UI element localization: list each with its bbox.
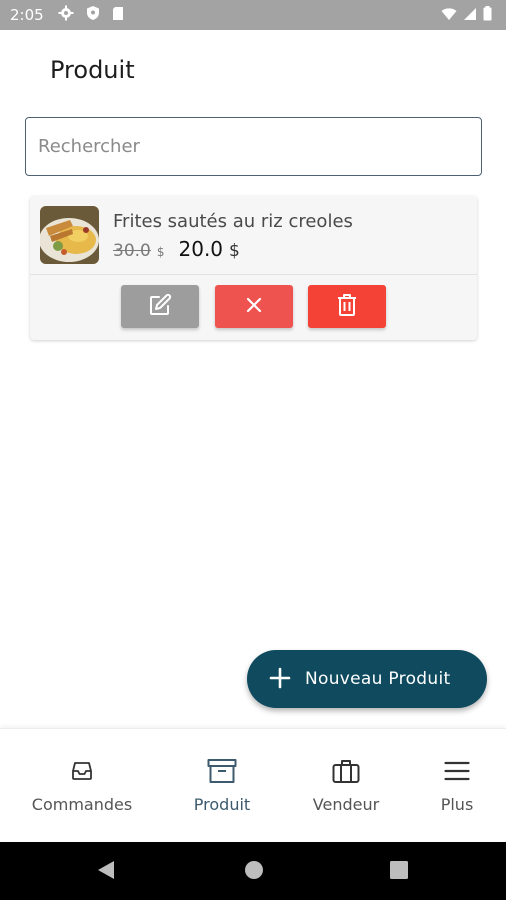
nav-item-plus[interactable]: Plus [420, 729, 494, 843]
nav-item-produit[interactable]: Produit [176, 729, 268, 843]
edit-icon [148, 293, 172, 320]
sd-card-icon [112, 6, 124, 25]
edit-button[interactable] [121, 285, 199, 328]
new-price-currency: $ [229, 241, 240, 261]
nav-label-produit: Produit [193, 795, 251, 814]
nav-item-commandes[interactable]: Commandes [22, 729, 142, 843]
nav-label-plus: Plus [440, 795, 474, 814]
delete-button[interactable] [308, 285, 386, 328]
product-info: Frites sautés au riz creoles 30.0 $ 20.0… [30, 196, 477, 275]
briefcase-icon [332, 757, 360, 785]
gear-icon [58, 5, 74, 25]
product-card[interactable]: Frites sautés au riz creoles 30.0 $ 20.0… [30, 196, 477, 340]
product-thumbnail [40, 206, 99, 264]
system-nav-bar [0, 842, 506, 900]
search-input[interactable] [26, 118, 481, 175]
product-actions [30, 275, 477, 340]
signal-icon [463, 6, 477, 25]
nav-item-vendeur[interactable]: Vendeur [300, 729, 392, 843]
status-time: 2:05 [10, 6, 44, 24]
home-icon[interactable] [243, 859, 265, 885]
new-price: 20.0 [178, 237, 224, 261]
close-icon [244, 295, 264, 318]
new-product-label: Nouveau Produit [305, 669, 451, 689]
search-box[interactable] [25, 117, 482, 176]
archive-box-icon [207, 757, 237, 785]
plus-icon [269, 667, 291, 692]
old-price-currency: $ [156, 245, 165, 259]
old-price: 30.0 [113, 241, 151, 261]
back-icon[interactable] [96, 859, 116, 885]
new-product-button[interactable]: Nouveau Produit [247, 650, 487, 708]
nav-label-vendeur: Vendeur [312, 795, 380, 814]
shield-icon [86, 5, 100, 25]
wifi-icon [441, 6, 457, 25]
trash-icon [336, 293, 358, 320]
nav-label-commandes: Commandes [31, 795, 133, 814]
menu-icon [444, 757, 470, 785]
battery-icon [483, 5, 492, 25]
status-bar: 2:05 [0, 0, 506, 30]
inbox-icon [70, 757, 94, 785]
product-name: Frites sautés au riz creoles [113, 211, 353, 232]
recents-icon[interactable] [389, 859, 409, 885]
price-row: 30.0 $ 20.0 $ [113, 237, 240, 261]
page-title: Produit [50, 56, 135, 84]
cancel-button[interactable] [215, 285, 293, 328]
bottom-nav: Commandes Produit Vendeur Plus [0, 728, 506, 842]
